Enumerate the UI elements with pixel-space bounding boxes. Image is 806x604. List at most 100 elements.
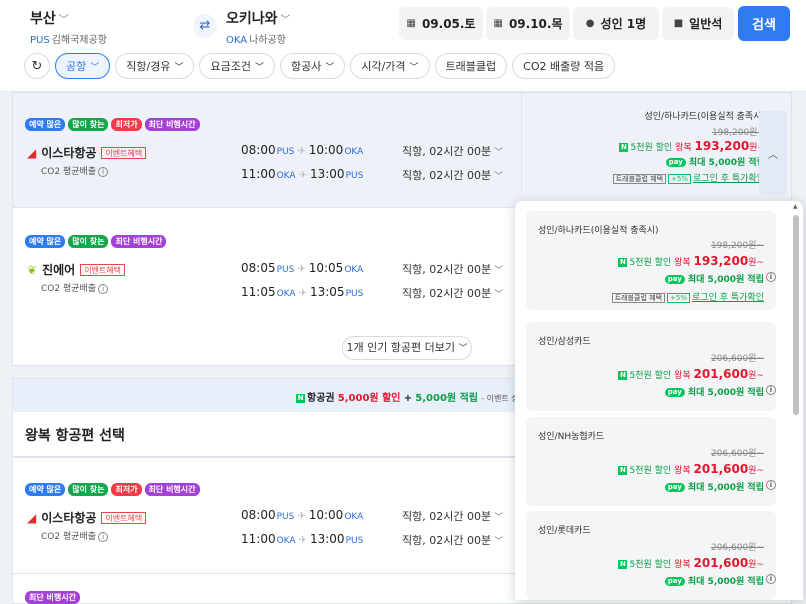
outbound-duration[interactable]: 직항, 02시간 00분 ﹀ xyxy=(402,508,503,524)
filter-travel-club[interactable]: 트래블클럽 xyxy=(434,53,508,79)
info-icon[interactable]: i xyxy=(766,574,776,584)
filter-bar: ↻ 공항 ﹀ 직항/경유 ﹀ 요금조건 ﹀ 항공사 ﹀ 시각/가격 ﹀ 트래블클럽 CO2… xyxy=(24,53,616,79)
original-price: 198,200원~ xyxy=(710,241,764,251)
card-price-option[interactable]: 성인/롯데카드 206,600원~ N 5천원 할인 왕복 201,600원~ p… xyxy=(526,511,776,600)
filter-direct[interactable]: 직항/경유 ﹀ xyxy=(115,53,195,79)
outbound-duration[interactable]: 직항, 02시간 00분 ﹀ xyxy=(402,261,503,277)
chevron-down-icon: ﹀ xyxy=(280,15,291,26)
passenger-button[interactable]: ● 성인 1명 xyxy=(573,7,659,40)
dropdown-scrollbar[interactable]: ▲ xyxy=(793,203,799,594)
search-button[interactable]: 검색 xyxy=(738,6,790,41)
chevron-down-icon: ﹀ xyxy=(494,513,504,523)
return-times: 11:00OKA ✈ 13:00PUS xyxy=(241,532,364,546)
chevron-up-icon[interactable]: ︿ xyxy=(759,111,787,195)
filter-airline[interactable]: 항공사 ﹀ xyxy=(279,53,346,79)
destination-airport: 나하공항 xyxy=(249,35,286,46)
seat-class-button[interactable]: ■ 일반석 xyxy=(662,7,734,40)
outbound-duration[interactable]: 직항, 02시간 00분 ﹀ xyxy=(402,143,503,159)
search-header: 부산 ﹀ PUS 김해국제공항 ⇄ 오키나와 ﹀ OKA 나하공항 ▦ 09.05.토 ▦… xyxy=(0,0,806,92)
filter-time-price[interactable]: 시각/가격 ﹀ xyxy=(350,53,430,79)
origin-selector[interactable]: 부산 ﹀ PUS 김해국제공항 xyxy=(30,8,107,46)
airline-name: ◢ 이스타항공 이벤트혜택 xyxy=(27,509,147,526)
scrollbar-thumb[interactable] xyxy=(793,215,799,415)
original-price: 206,600원~ xyxy=(710,354,764,364)
more-flights-button[interactable]: 1개 인기 항공편 더보기 ﹀ xyxy=(342,336,472,360)
return-date-button[interactable]: ▦ 09.10.목 xyxy=(486,7,570,40)
travel-club-tag: 트래블클럽 혜택 xyxy=(612,174,667,184)
return-duration[interactable]: 직항, 02시간 00분 ﹀ xyxy=(402,167,503,183)
card-price-option[interactable]: 성인/하나카드(이용실적 충족시) 198,200원~ N 5천원 할인 왕복 1… xyxy=(526,211,776,310)
return-times: 11:00OKA ✈ 13:00PUS xyxy=(241,167,364,181)
naver-n-icon: N xyxy=(618,466,628,475)
info-icon[interactable]: i xyxy=(766,480,776,490)
return-duration[interactable]: 직항, 02시간 00분 ﹀ xyxy=(402,285,503,301)
badge-row: 예약 많은 많이 찾는 최단 비행시간 xyxy=(25,235,167,248)
outbound-times: 08:00PUS ✈ 10:00OKA xyxy=(241,508,364,522)
destination-selector[interactable]: 오키나와 ﹀ OKA 나하공항 xyxy=(226,8,291,46)
plane-icon: ✈ xyxy=(297,146,306,157)
destination-code: OKA xyxy=(226,35,248,46)
chevron-down-icon: ﹀ xyxy=(458,344,468,354)
filter-fare[interactable]: 요금조건 ﹀ xyxy=(199,53,275,79)
sale-price: 201,600 xyxy=(693,462,749,476)
badge-shortest: 최단 비행시간 xyxy=(111,235,167,248)
original-price: 206,600원~ xyxy=(710,543,764,553)
price-summary[interactable]: 성인/하나카드(이용실적 충족시) 198,200원~ N 5천원 할인 왕복 1… xyxy=(521,93,791,195)
login-link[interactable]: 로그인 후 특가확인 xyxy=(693,174,765,184)
card-price-dropdown[interactable]: 성인/하나카드(이용실적 충족시) 198,200원~ N 5천원 할인 왕복 1… xyxy=(515,201,803,600)
calendar-icon: ▦ xyxy=(406,18,416,29)
badge-searched: 많이 찾는 xyxy=(68,118,109,131)
origin-airport: 김해국제공항 xyxy=(51,35,107,46)
depart-date-button[interactable]: ▦ 09.05.토 xyxy=(399,7,483,40)
filter-airport[interactable]: 공항 ﹀ xyxy=(55,53,111,79)
sale-price: 193,200 xyxy=(693,254,749,268)
origin-city: 부산 xyxy=(30,11,56,27)
npay-icon: pay xyxy=(665,158,686,167)
event-tag: 이벤트혜택 xyxy=(101,146,147,159)
event-tag: 이벤트혜택 xyxy=(80,263,125,276)
npay-icon: pay xyxy=(664,577,685,586)
card-price-option[interactable]: 성인/NH농협카드 206,600원~ N 5천원 할인 왕복 201,600원~… xyxy=(526,417,776,506)
flight-card[interactable]: 예약 많은 많이 찾는 최저가 최단 비행시간 ◢ 이스타항공 이벤트혜택 CO… xyxy=(12,92,792,208)
outbound-times: 08:05PUS ✈ 10:05OKA xyxy=(241,261,364,275)
badge-shortest: 최단 비행시간 xyxy=(144,483,200,496)
info-icon[interactable]: i xyxy=(766,272,776,282)
chevron-down-icon: ﹀ xyxy=(494,266,504,276)
npay-icon: pay xyxy=(664,483,685,492)
sale-price: 193,200 xyxy=(694,139,750,153)
login-link[interactable]: 로그인 후 특가확인 xyxy=(692,293,764,303)
naver-n-icon: N xyxy=(296,393,305,403)
info-icon[interactable]: i xyxy=(98,284,109,294)
chevron-down-icon: ﹀ xyxy=(174,62,184,73)
card-name: 성인/NH농협카드 xyxy=(538,432,605,442)
badge-shortest: 최단 비행시간 xyxy=(144,118,200,131)
chevron-down-icon: ﹀ xyxy=(494,290,504,300)
seat-icon: ■ xyxy=(673,18,684,29)
return-duration[interactable]: 직항, 02시간 00분 ﹀ xyxy=(402,532,503,548)
jinair-logo-icon: ❦ xyxy=(27,262,38,277)
info-icon[interactable]: i xyxy=(98,167,109,177)
plane-icon: ✈ xyxy=(297,264,306,275)
eastar-logo-icon: ◢ xyxy=(27,510,37,525)
npay-icon: pay xyxy=(664,388,685,397)
swap-icon[interactable]: ⇄ xyxy=(193,14,217,38)
badge-popular: 예약 많은 xyxy=(25,483,66,496)
chevron-down-icon: ﹀ xyxy=(494,148,504,158)
chevron-down-icon: ﹀ xyxy=(254,62,264,73)
card-name: 성인/하나카드(이용실적 충족시) xyxy=(538,226,659,236)
badge-lowest: 최저가 xyxy=(111,118,142,131)
sale-price: 201,600 xyxy=(693,367,749,381)
card-price-option[interactable]: 성인/삼성카드 206,600원~ N 5천원 할인 왕복 201,600원~ p… xyxy=(526,322,776,411)
outbound-times: 08:00PUS ✈ 10:00OKA xyxy=(241,143,364,157)
info-icon[interactable]: i xyxy=(98,532,109,542)
destination-city: 오키나와 xyxy=(226,11,278,27)
scroll-up-icon[interactable]: ▲ xyxy=(793,203,798,210)
naver-n-icon: N xyxy=(618,258,628,267)
filter-co2[interactable]: CO2 배출량 적음 xyxy=(512,53,616,79)
info-icon[interactable]: i xyxy=(766,385,776,395)
plane-icon: ✈ xyxy=(298,170,307,181)
person-icon: ● xyxy=(585,18,595,29)
naver-n-icon: N xyxy=(619,143,629,152)
refresh-icon[interactable]: ↻ xyxy=(24,53,50,79)
badge-row: 예약 많은 많이 찾는 최저가 최단 비행시간 xyxy=(25,118,200,131)
